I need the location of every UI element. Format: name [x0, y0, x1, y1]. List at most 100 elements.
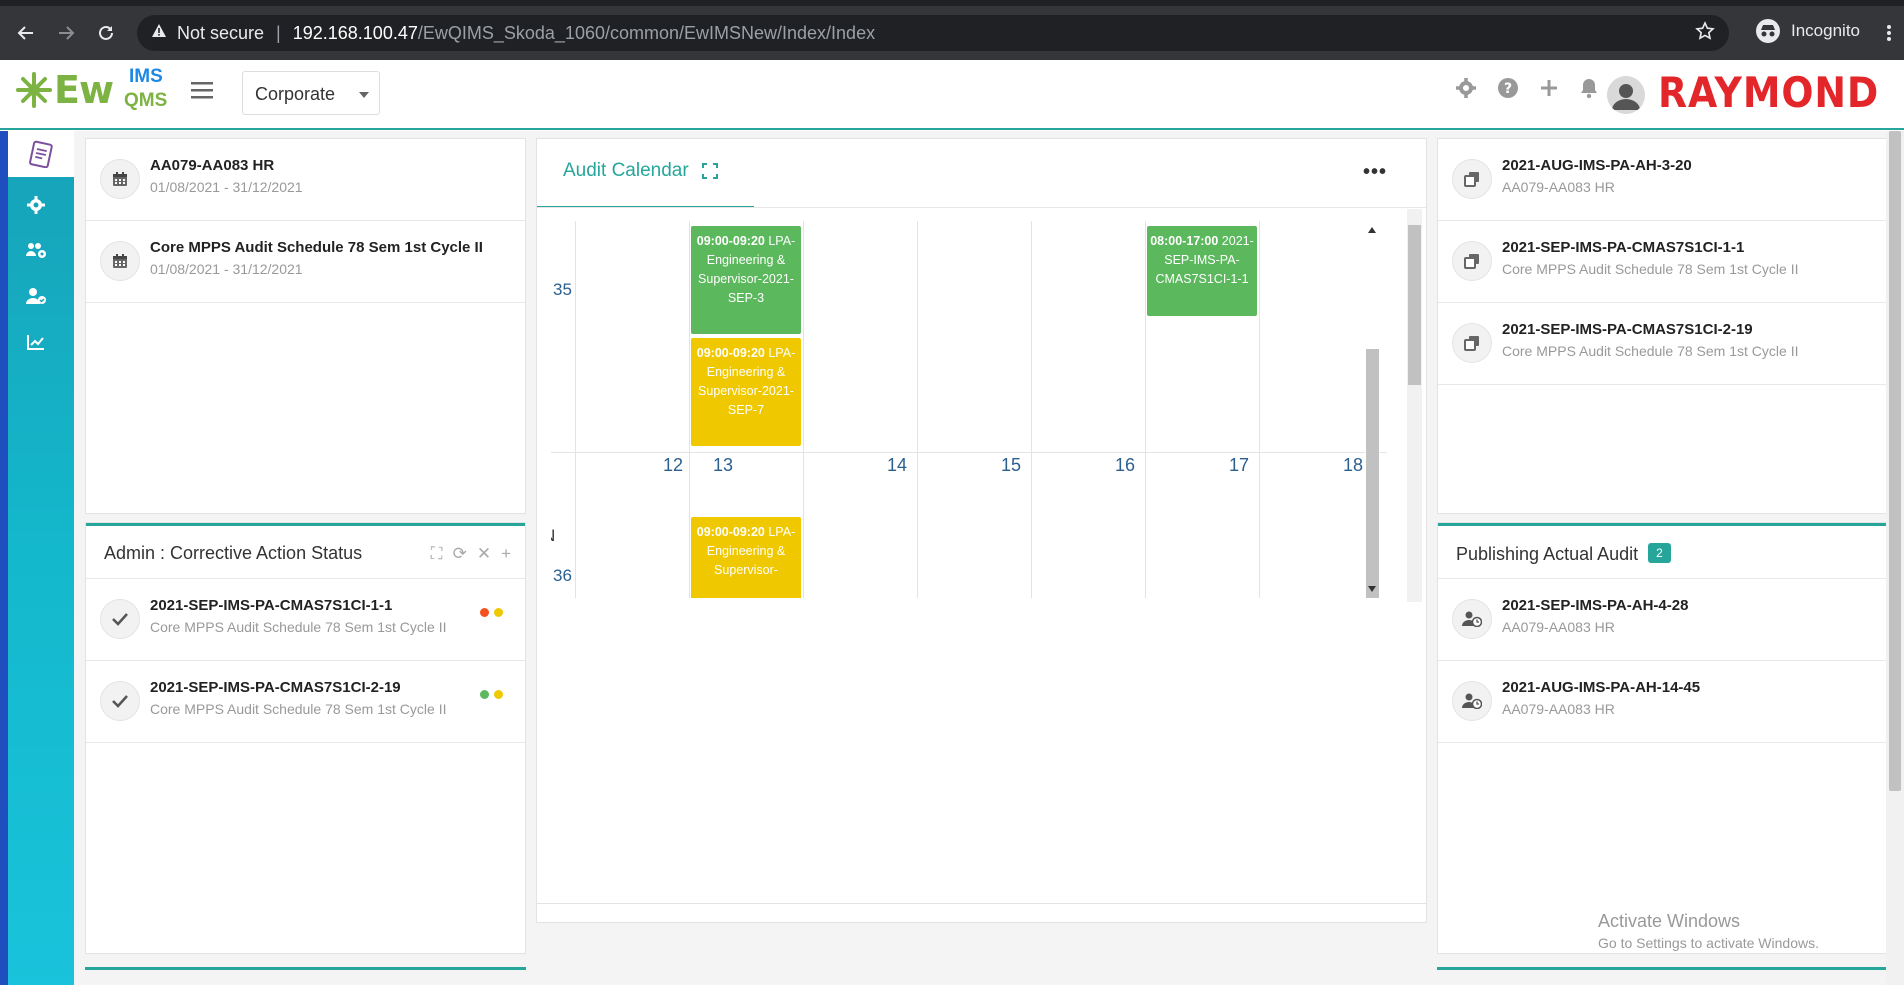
status-dot [480, 608, 489, 617]
browser-menu-icon[interactable] [1886, 24, 1892, 47]
list-item-subtitle: Core MPPS Audit Schedule 78 Sem 1st Cycl… [150, 619, 447, 635]
reload-icon[interactable] [92, 19, 120, 47]
browser-toolbar: Not secure | 192.168.100.47 /EwQIMS_Skod… [0, 6, 1904, 60]
day-number[interactable]: 16 [1115, 455, 1135, 476]
calendar-event[interactable]: 09:00-09:20 LPA-Engineering & Supervisor… [691, 338, 801, 446]
chevron-down-icon [359, 92, 369, 98]
ewqms-logo[interactable]: Ew IMS QMS [14, 66, 167, 112]
list-item-subtitle: AA079-AA083 HR [1502, 619, 1615, 635]
calendar-event[interactable]: 09:00-09:20 LPA-Engineering & Supervisor… [691, 226, 801, 334]
day-number[interactable]: 17 [1229, 455, 1249, 476]
activate-windows-subtitle: Go to Settings to activate Windows. [1598, 935, 1819, 951]
copy-icon [1452, 323, 1492, 363]
panel-header: Admin : Corrective Action Status ⛶ ⟳ ✕ + [86, 523, 525, 579]
scroll-down-icon[interactable] [1368, 586, 1376, 592]
forward-icon[interactable] [52, 19, 80, 47]
list-item[interactable]: 2021-SEP-IMS-PA-CMAS7S1CI-2-19 Core MPPS… [1438, 303, 1904, 385]
sidebar-settings-gear-icon[interactable] [24, 193, 48, 217]
expand-icon[interactable]: ⛶ [431, 544, 443, 564]
sidebar-user-check-icon[interactable] [24, 284, 48, 308]
url-host: 192.168.100.47 [292, 22, 418, 43]
sidebar-item-documents[interactable] [8, 131, 74, 177]
activate-windows-title: Activate Windows [1598, 911, 1741, 931]
grid-line [1259, 221, 1260, 598]
calendar-icon [100, 159, 140, 199]
calendar-grid: 35 N 36 12 13 14 15 16 17 18 09:00-09:20… [551, 221, 1387, 598]
sidebar-users-settings-icon[interactable] [24, 238, 48, 262]
organization-select[interactable]: Corporate [242, 71, 380, 115]
clipboard-icon [29, 140, 53, 168]
more-options-icon[interactable]: ••• [1363, 161, 1387, 184]
organization-select-value: Corporate [255, 84, 336, 104]
list-item[interactable]: AA079-AA083 HR 01/08/2021 - 31/12/2021 [86, 139, 525, 221]
list-item[interactable]: 2021-SEP-IMS-PA-CMAS7S1CI-1-1 Core MPPS … [1438, 221, 1904, 303]
user-avatar[interactable] [1607, 76, 1645, 114]
list-item-subtitle: Core MPPS Audit Schedule 78 Sem 1st Cycl… [1502, 261, 1799, 277]
refresh-icon[interactable]: ⟳ [453, 544, 467, 564]
list-item-title: Core MPPS Audit Schedule 78 Sem 1st Cycl… [150, 239, 483, 256]
status-dot [494, 690, 503, 699]
audit-list-panel: 2021-AUG-IMS-PA-AH-3-20 AA079-AA083 HR 2… [1437, 138, 1904, 514]
calendar-event[interactable]: 08:00-17:00 2021-SEP-IMS-PA-CMAS7S1CI-1-… [1147, 226, 1257, 316]
list-item-title: 2021-AUG-IMS-PA-AH-14-45 [1502, 679, 1701, 696]
sidebar-chart-icon[interactable] [24, 330, 48, 354]
list-item[interactable]: 2021-AUG-IMS-PA-AH-3-20 AA079-AA083 HR [1438, 139, 1904, 221]
list-item-title: 2021-SEP-IMS-PA-CMAS7S1CI-2-19 [1502, 321, 1753, 338]
add-icon[interactable]: + [501, 544, 511, 564]
back-icon[interactable] [12, 19, 40, 47]
check-icon [100, 681, 140, 721]
page-scrollbar-thumb[interactable] [1889, 131, 1901, 791]
grid-line [551, 452, 1387, 453]
day-number[interactable]: 15 [1001, 455, 1021, 476]
tab-label: Audit Calendar [563, 160, 689, 181]
panel-title: Publishing Actual Audit [1456, 544, 1639, 564]
logo-qms: QMS [124, 90, 168, 111]
grid-line [917, 221, 918, 598]
status-dot [494, 608, 503, 617]
list-item-subtitle: AA079-AA083 HR [1502, 179, 1615, 195]
notification-bell-icon[interactable] [1579, 77, 1599, 104]
address-bar[interactable]: Not secure | 192.168.100.47 /EwQIMS_Skod… [137, 15, 1729, 51]
incognito-label: Incognito [1791, 21, 1860, 40]
calendar-event[interactable]: 09:00-09:20 LPA-Engineering & Supervisor… [691, 517, 801, 598]
publishing-actual-audit-panel: Publishing Actual Audit2 ⟳ ✕ + 2021-SEP-… [1437, 522, 1904, 954]
day-number[interactable]: 18 [1343, 455, 1363, 476]
list-item[interactable]: Core MPPS Audit Schedule 78 Sem 1st Cycl… [86, 221, 525, 303]
settings-gear-icon[interactable] [1455, 77, 1477, 104]
incognito-indicator[interactable]: Incognito [1755, 18, 1860, 44]
help-icon[interactable]: ? [1497, 77, 1519, 104]
grid-line [1031, 221, 1032, 598]
fullscreen-icon[interactable] [702, 163, 718, 184]
hamburger-menu-icon[interactable] [191, 81, 213, 104]
page-scrollbar[interactable] [1886, 131, 1904, 985]
corrective-action-panel: Admin : Corrective Action Status ⛶ ⟳ ✕ +… [85, 522, 526, 954]
event-time: 08:00-17:00 [1150, 234, 1219, 248]
close-icon[interactable]: ✕ [477, 544, 491, 564]
copy-icon [1452, 241, 1492, 281]
user-clock-icon [1452, 681, 1492, 721]
sidebar-edge [0, 131, 8, 985]
day-number[interactable]: 12 [663, 455, 683, 476]
scrollbar-thumb[interactable] [1366, 349, 1379, 598]
list-item[interactable]: 2021-AUG-IMS-PA-AH-14-45 AA079-AA083 HR [1438, 661, 1904, 743]
list-item-subtitle: AA079-AA083 HR [1502, 701, 1615, 717]
calendar-inner-scrollbar[interactable] [1365, 221, 1380, 598]
calendar-footer-line [537, 903, 1426, 904]
panel-header: Publishing Actual Audit2 ⟳ ✕ + [1438, 523, 1904, 579]
list-item[interactable]: 2021-SEP-IMS-PA-AH-4-28 AA079-AA083 HR [1438, 579, 1904, 661]
grid-line [689, 221, 690, 598]
star-icon[interactable] [1695, 21, 1715, 46]
week-number: 36 [553, 566, 572, 585]
list-item[interactable]: 2021-SEP-IMS-PA-CMAS7S1CI-2-19 Core MPPS… [86, 661, 525, 743]
day-number[interactable]: 13 [713, 455, 733, 476]
list-item[interactable]: 2021-SEP-IMS-PA-CMAS7S1CI-1-1 Core MPPS … [86, 579, 525, 661]
calendar-outer-scrollbar[interactable] [1407, 209, 1422, 602]
panel-tools: ⛶ ⟳ ✕ + [431, 544, 511, 564]
security-label[interactable]: Not secure [177, 23, 264, 44]
scrollbar-thumb[interactable] [1408, 225, 1421, 385]
month-marker: N [551, 526, 555, 546]
logo-ims: IMS [129, 66, 163, 87]
add-icon[interactable] [1539, 78, 1559, 103]
scroll-up-icon[interactable] [1368, 227, 1376, 233]
day-number[interactable]: 14 [887, 455, 907, 476]
